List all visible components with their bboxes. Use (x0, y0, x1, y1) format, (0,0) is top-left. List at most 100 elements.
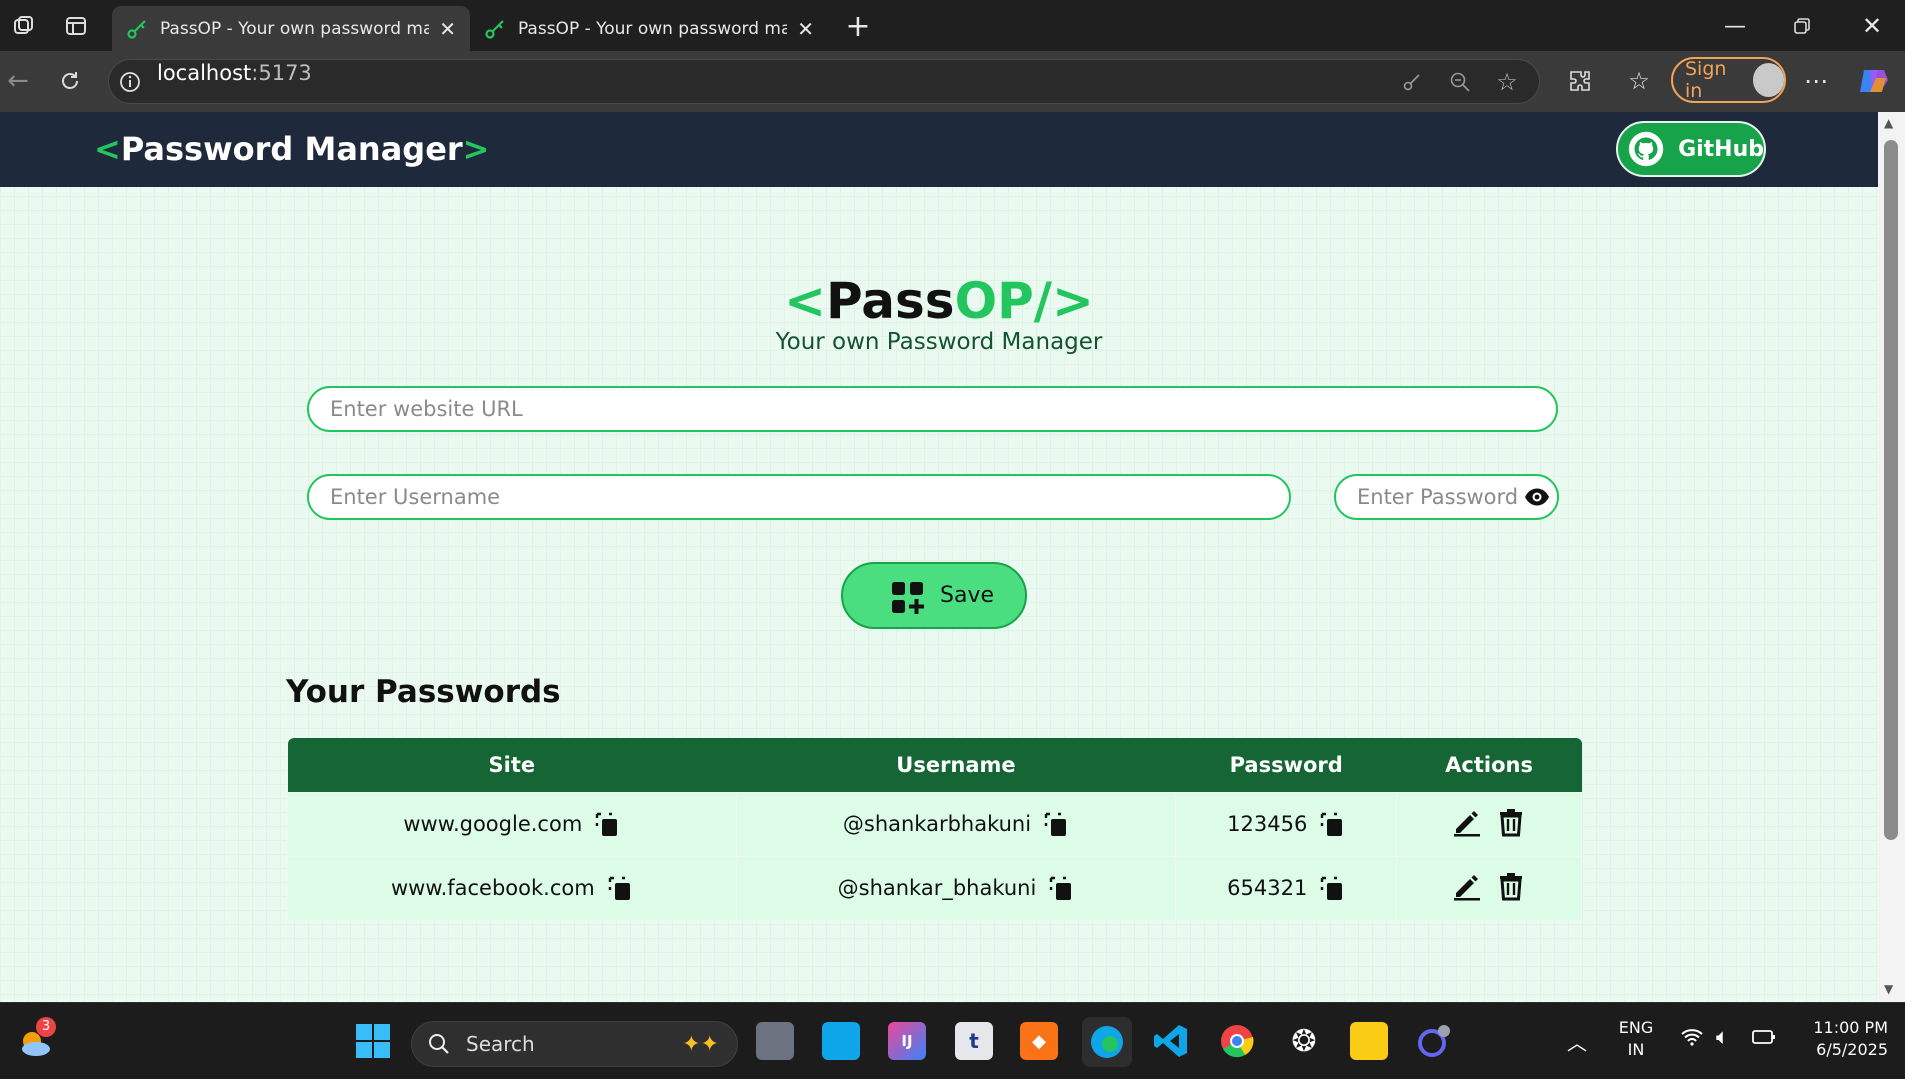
brave-icon[interactable]: ◆ (1020, 1022, 1058, 1060)
eye-icon[interactable] (1524, 487, 1550, 507)
favorite-star-icon[interactable]: ☆ (1493, 68, 1521, 96)
copilot-sparkle-icon: ✦✦ (682, 1031, 719, 1057)
copy-icon[interactable] (1043, 810, 1069, 838)
app-subtitle: Your own Password Manager (775, 329, 1103, 355)
site-value[interactable]: www.facebook.com (391, 876, 595, 900)
site-info-icon[interactable] (118, 70, 142, 94)
actions-cell (1396, 855, 1582, 921)
edit-icon[interactable] (1452, 807, 1482, 837)
password-value[interactable]: 654321 (1227, 876, 1307, 900)
new-tab-icon[interactable]: + (838, 6, 878, 46)
username-cell: @shankar_bhakuni (735, 855, 1177, 921)
scroll-up-icon[interactable]: ▲ (1884, 116, 1893, 130)
url-text[interactable]: localhost:5173 (157, 51, 312, 96)
avatar (1752, 63, 1784, 97)
password-input[interactable]: Enter Password (1334, 474, 1559, 520)
title-pass: Pass (826, 272, 955, 330)
chatgpt-icon[interactable]: ❂ (1285, 1022, 1323, 1060)
minimize-icon[interactable]: — (1715, 6, 1755, 46)
page-scrollbar[interactable]: ▲ ▼ (1878, 112, 1905, 1002)
delete-icon[interactable] (1496, 807, 1526, 837)
language-indicator[interactable]: ENG IN (1611, 1017, 1661, 1061)
reload-icon[interactable] (52, 63, 88, 99)
clock[interactable]: 11:00 PM 6/5/2025 (1793, 1017, 1888, 1061)
copilot-icon[interactable] (1853, 61, 1893, 101)
intellij-icon[interactable]: IJ (888, 1022, 926, 1060)
favorites-icon[interactable]: ☆ (1621, 63, 1657, 99)
password-cell: 123456 (1175, 791, 1398, 857)
tab-passop-2[interactable]: PassOP - Your own password manager ✕ (470, 6, 828, 51)
key-icon[interactable] (1398, 68, 1426, 96)
taskbar-search[interactable]: Search ✦✦ (411, 1021, 738, 1067)
key-favicon-icon (485, 19, 504, 39)
task-view-icon[interactable] (756, 1022, 794, 1060)
url-host: localhost (157, 61, 252, 85)
nav-logo[interactable]: <Password Manager> (94, 112, 489, 187)
password-value[interactable]: 123456 (1227, 812, 1307, 836)
logo-text: Password Manager (120, 130, 463, 168)
zoom-out-icon[interactable] (1446, 68, 1474, 96)
app-icon[interactable] (1415, 1022, 1453, 1060)
more-options-icon[interactable]: ⋯ (1798, 63, 1834, 99)
windows-taskbar: 3 Search ✦✦ IJ t ◆ ❂ ︿ ENG IN 🔈︎ 11:00 P… (0, 1002, 1905, 1079)
username-value[interactable]: @shankarbhakuni (843, 812, 1031, 836)
workspaces-icon[interactable] (6, 8, 42, 44)
column-header-username: Username (736, 738, 1176, 792)
chrome-icon[interactable] (1218, 1022, 1256, 1060)
delete-icon[interactable] (1496, 871, 1526, 901)
password-placeholder: Enter Password (1357, 485, 1519, 509)
battery-icon[interactable] (1750, 1027, 1776, 1051)
file-explorer-icon[interactable] (1350, 1022, 1388, 1060)
clock-date: 6/5/2025 (1816, 1040, 1888, 1059)
tray-overflow-icon[interactable]: ︿ (1567, 1027, 1587, 1056)
url-bar[interactable]: ☆ (108, 59, 1540, 104)
start-icon[interactable] (354, 1022, 392, 1060)
restore-icon[interactable] (1782, 6, 1822, 46)
clock-time: 11:00 PM (1813, 1018, 1888, 1037)
username-placeholder: Enter Username (330, 485, 501, 509)
copy-icon[interactable] (1319, 810, 1345, 838)
website-url-input[interactable]: Enter website URL (307, 386, 1558, 432)
volume-icon[interactable]: 🔈︎ (1716, 1025, 1729, 1050)
edit-icon[interactable] (1452, 871, 1482, 901)
edge-icon[interactable] (1082, 1017, 1132, 1067)
key-favicon-icon (127, 19, 146, 39)
tab-actions-icon[interactable] (58, 8, 94, 44)
copy-icon[interactable] (1319, 874, 1345, 902)
copy-icon[interactable] (594, 810, 620, 838)
add-grid-icon (892, 582, 924, 614)
sign-in-button[interactable]: Sign in (1671, 57, 1786, 103)
url-placeholder: Enter website URL (330, 397, 523, 421)
url-port: :5173 (251, 61, 312, 85)
close-tab-icon[interactable]: ✕ (439, 17, 456, 41)
weather-badge: 3 (36, 1017, 56, 1037)
github-label: GitHub (1678, 136, 1764, 162)
browser-tab-bar: PassOP - Your own password manager ✕ Pas… (0, 0, 1905, 51)
close-tab-icon[interactable]: ✕ (797, 17, 814, 41)
wifi-icon[interactable] (1680, 1027, 1704, 1052)
vscode-icon[interactable] (1152, 1022, 1190, 1060)
tab-passop-1[interactable]: PassOP - Your own password manager ✕ (112, 6, 470, 51)
site-cell: www.google.com (287, 791, 737, 857)
github-button[interactable]: GitHub (1616, 121, 1766, 177)
username-input[interactable]: Enter Username (307, 474, 1291, 520)
scroll-thumb[interactable] (1884, 140, 1898, 840)
save-button[interactable]: Save (841, 562, 1027, 629)
extensions-icon[interactable] (1562, 63, 1598, 99)
store-icon[interactable] (822, 1022, 860, 1060)
address-bar-row: ← ☆ localhost:5173 ☆ Sign in ⋯ (0, 51, 1905, 112)
typora-icon[interactable]: t (955, 1022, 993, 1060)
scroll-down-icon[interactable]: ▼ (1884, 982, 1893, 996)
copy-icon[interactable] (607, 874, 633, 902)
back-icon[interactable]: ← (0, 63, 36, 99)
username-value[interactable]: @shankar_bhakuni (838, 876, 1037, 900)
close-window-icon[interactable]: ✕ (1852, 6, 1892, 46)
title-bracket-close: > (1052, 272, 1094, 330)
region-code: IN (1627, 1040, 1645, 1059)
passwords-heading: Your Passwords (286, 674, 561, 710)
site-value[interactable]: www.google.com (403, 812, 582, 836)
column-header-actions: Actions (1396, 738, 1582, 792)
logo-bracket-close: > (462, 130, 490, 168)
weather-widget-icon[interactable]: 3 (14, 1017, 56, 1063)
copy-icon[interactable] (1048, 874, 1074, 902)
